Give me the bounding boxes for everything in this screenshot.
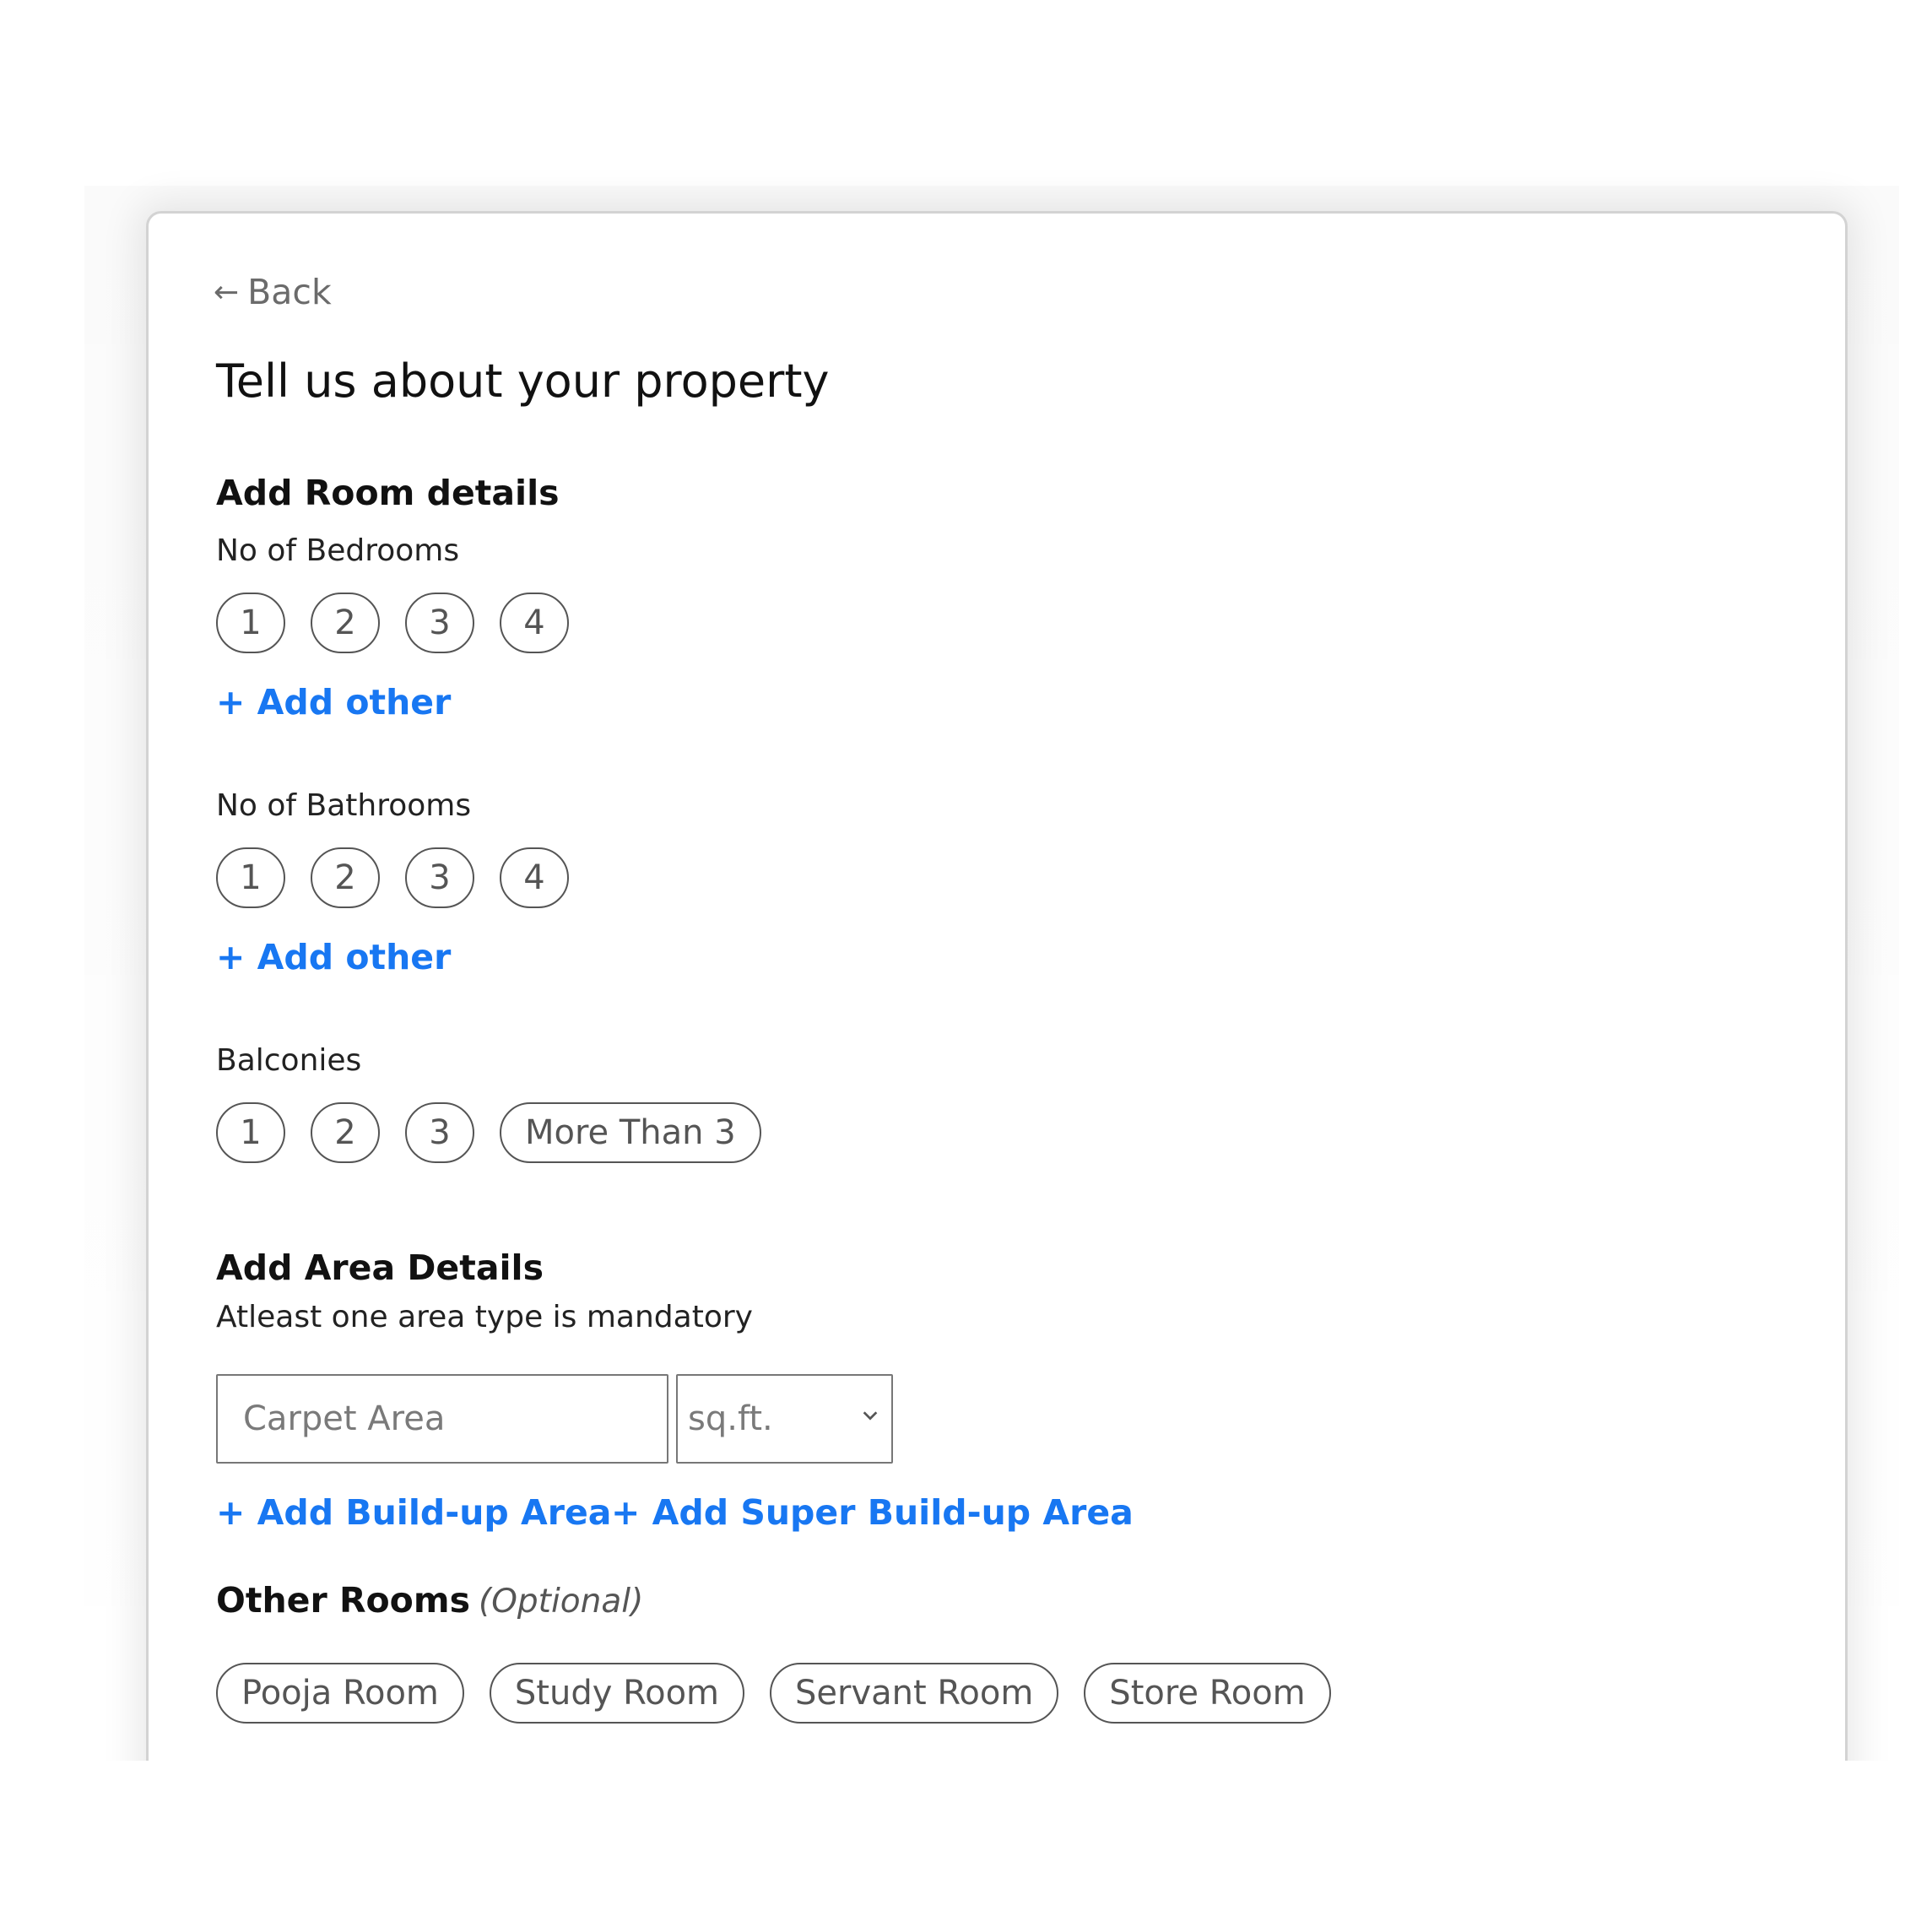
bedrooms-option-2[interactable]: 2 bbox=[311, 593, 380, 653]
other-rooms-title: Other Rooms bbox=[216, 1580, 470, 1621]
bathrooms-option-2[interactable]: 2 bbox=[311, 847, 380, 908]
other-room-store[interactable]: Store Room bbox=[1084, 1663, 1331, 1724]
balconies-option-2[interactable]: 2 bbox=[311, 1102, 380, 1163]
bedrooms-option-4[interactable]: 4 bbox=[500, 593, 569, 653]
area-details-subtitle: Atleast one area type is mandatory bbox=[216, 1300, 753, 1334]
add-build-up-area-link[interactable]: + Add Build-up Area bbox=[216, 1492, 611, 1533]
bathrooms-add-other-link[interactable]: + Add other bbox=[216, 937, 451, 977]
chevron-down-icon bbox=[863, 1411, 878, 1421]
other-rooms-optional-tag: (Optional) bbox=[478, 1583, 644, 1621]
bathrooms-label: No of Bathrooms bbox=[216, 788, 472, 823]
balconies-option-1[interactable]: 1 bbox=[216, 1102, 285, 1163]
bedrooms-option-3[interactable]: 3 bbox=[405, 593, 474, 653]
back-arrow-icon: ← bbox=[214, 275, 240, 310]
area-unit-value: sq.ft. bbox=[688, 1399, 773, 1438]
page-title: Tell us about your property bbox=[216, 354, 830, 408]
bathrooms-option-4[interactable]: 4 bbox=[500, 847, 569, 908]
bedrooms-label: No of Bedrooms bbox=[216, 533, 460, 568]
area-unit-select[interactable]: sq.ft. bbox=[676, 1374, 893, 1464]
area-details-heading: Add Area Details bbox=[216, 1247, 544, 1288]
balconies-option-more-than-3[interactable]: More Than 3 bbox=[500, 1102, 761, 1163]
back-label: Back bbox=[247, 272, 332, 312]
bathrooms-options: 1 2 3 4 bbox=[216, 847, 569, 908]
balconies-options: 1 2 3 More Than 3 bbox=[216, 1102, 761, 1163]
bedrooms-add-other-link[interactable]: + Add other bbox=[216, 682, 451, 722]
viewport: ← Back Tell us about your property Add Ro… bbox=[0, 0, 1932, 1761]
other-rooms-heading: Other Rooms (Optional) bbox=[216, 1580, 643, 1621]
balconies-label: Balconies bbox=[216, 1043, 362, 1078]
back-link[interactable]: ← Back bbox=[214, 272, 332, 312]
add-super-build-up-area-link[interactable]: + Add Super Build-up Area bbox=[611, 1492, 1134, 1533]
other-room-servant[interactable]: Servant Room bbox=[770, 1663, 1059, 1724]
bedrooms-options: 1 2 3 4 bbox=[216, 593, 569, 653]
other-room-pooja[interactable]: Pooja Room bbox=[216, 1663, 464, 1724]
other-room-study[interactable]: Study Room bbox=[489, 1663, 744, 1724]
bathrooms-option-3[interactable]: 3 bbox=[405, 847, 474, 908]
other-rooms-options: Pooja Room Study Room Servant Room Store… bbox=[216, 1663, 1331, 1724]
bathrooms-option-1[interactable]: 1 bbox=[216, 847, 285, 908]
carpet-area-input[interactable] bbox=[216, 1374, 668, 1464]
balconies-option-3[interactable]: 3 bbox=[405, 1102, 474, 1163]
room-details-heading: Add Room details bbox=[216, 473, 560, 513]
bedrooms-option-1[interactable]: 1 bbox=[216, 593, 285, 653]
